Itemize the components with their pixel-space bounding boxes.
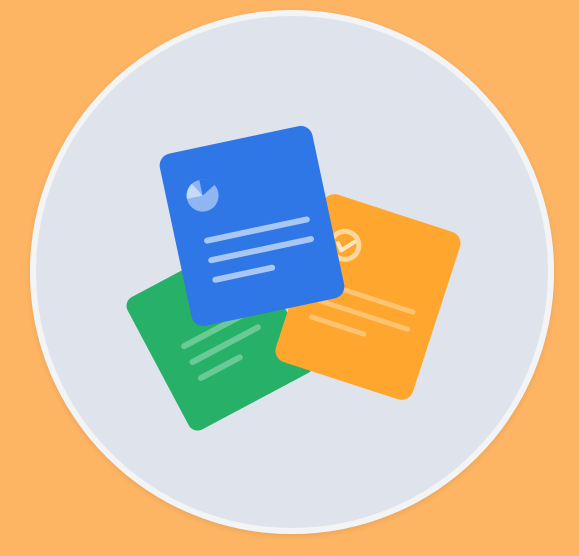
app-icon [0, 0, 579, 556]
documents-illustration [126, 125, 461, 431]
